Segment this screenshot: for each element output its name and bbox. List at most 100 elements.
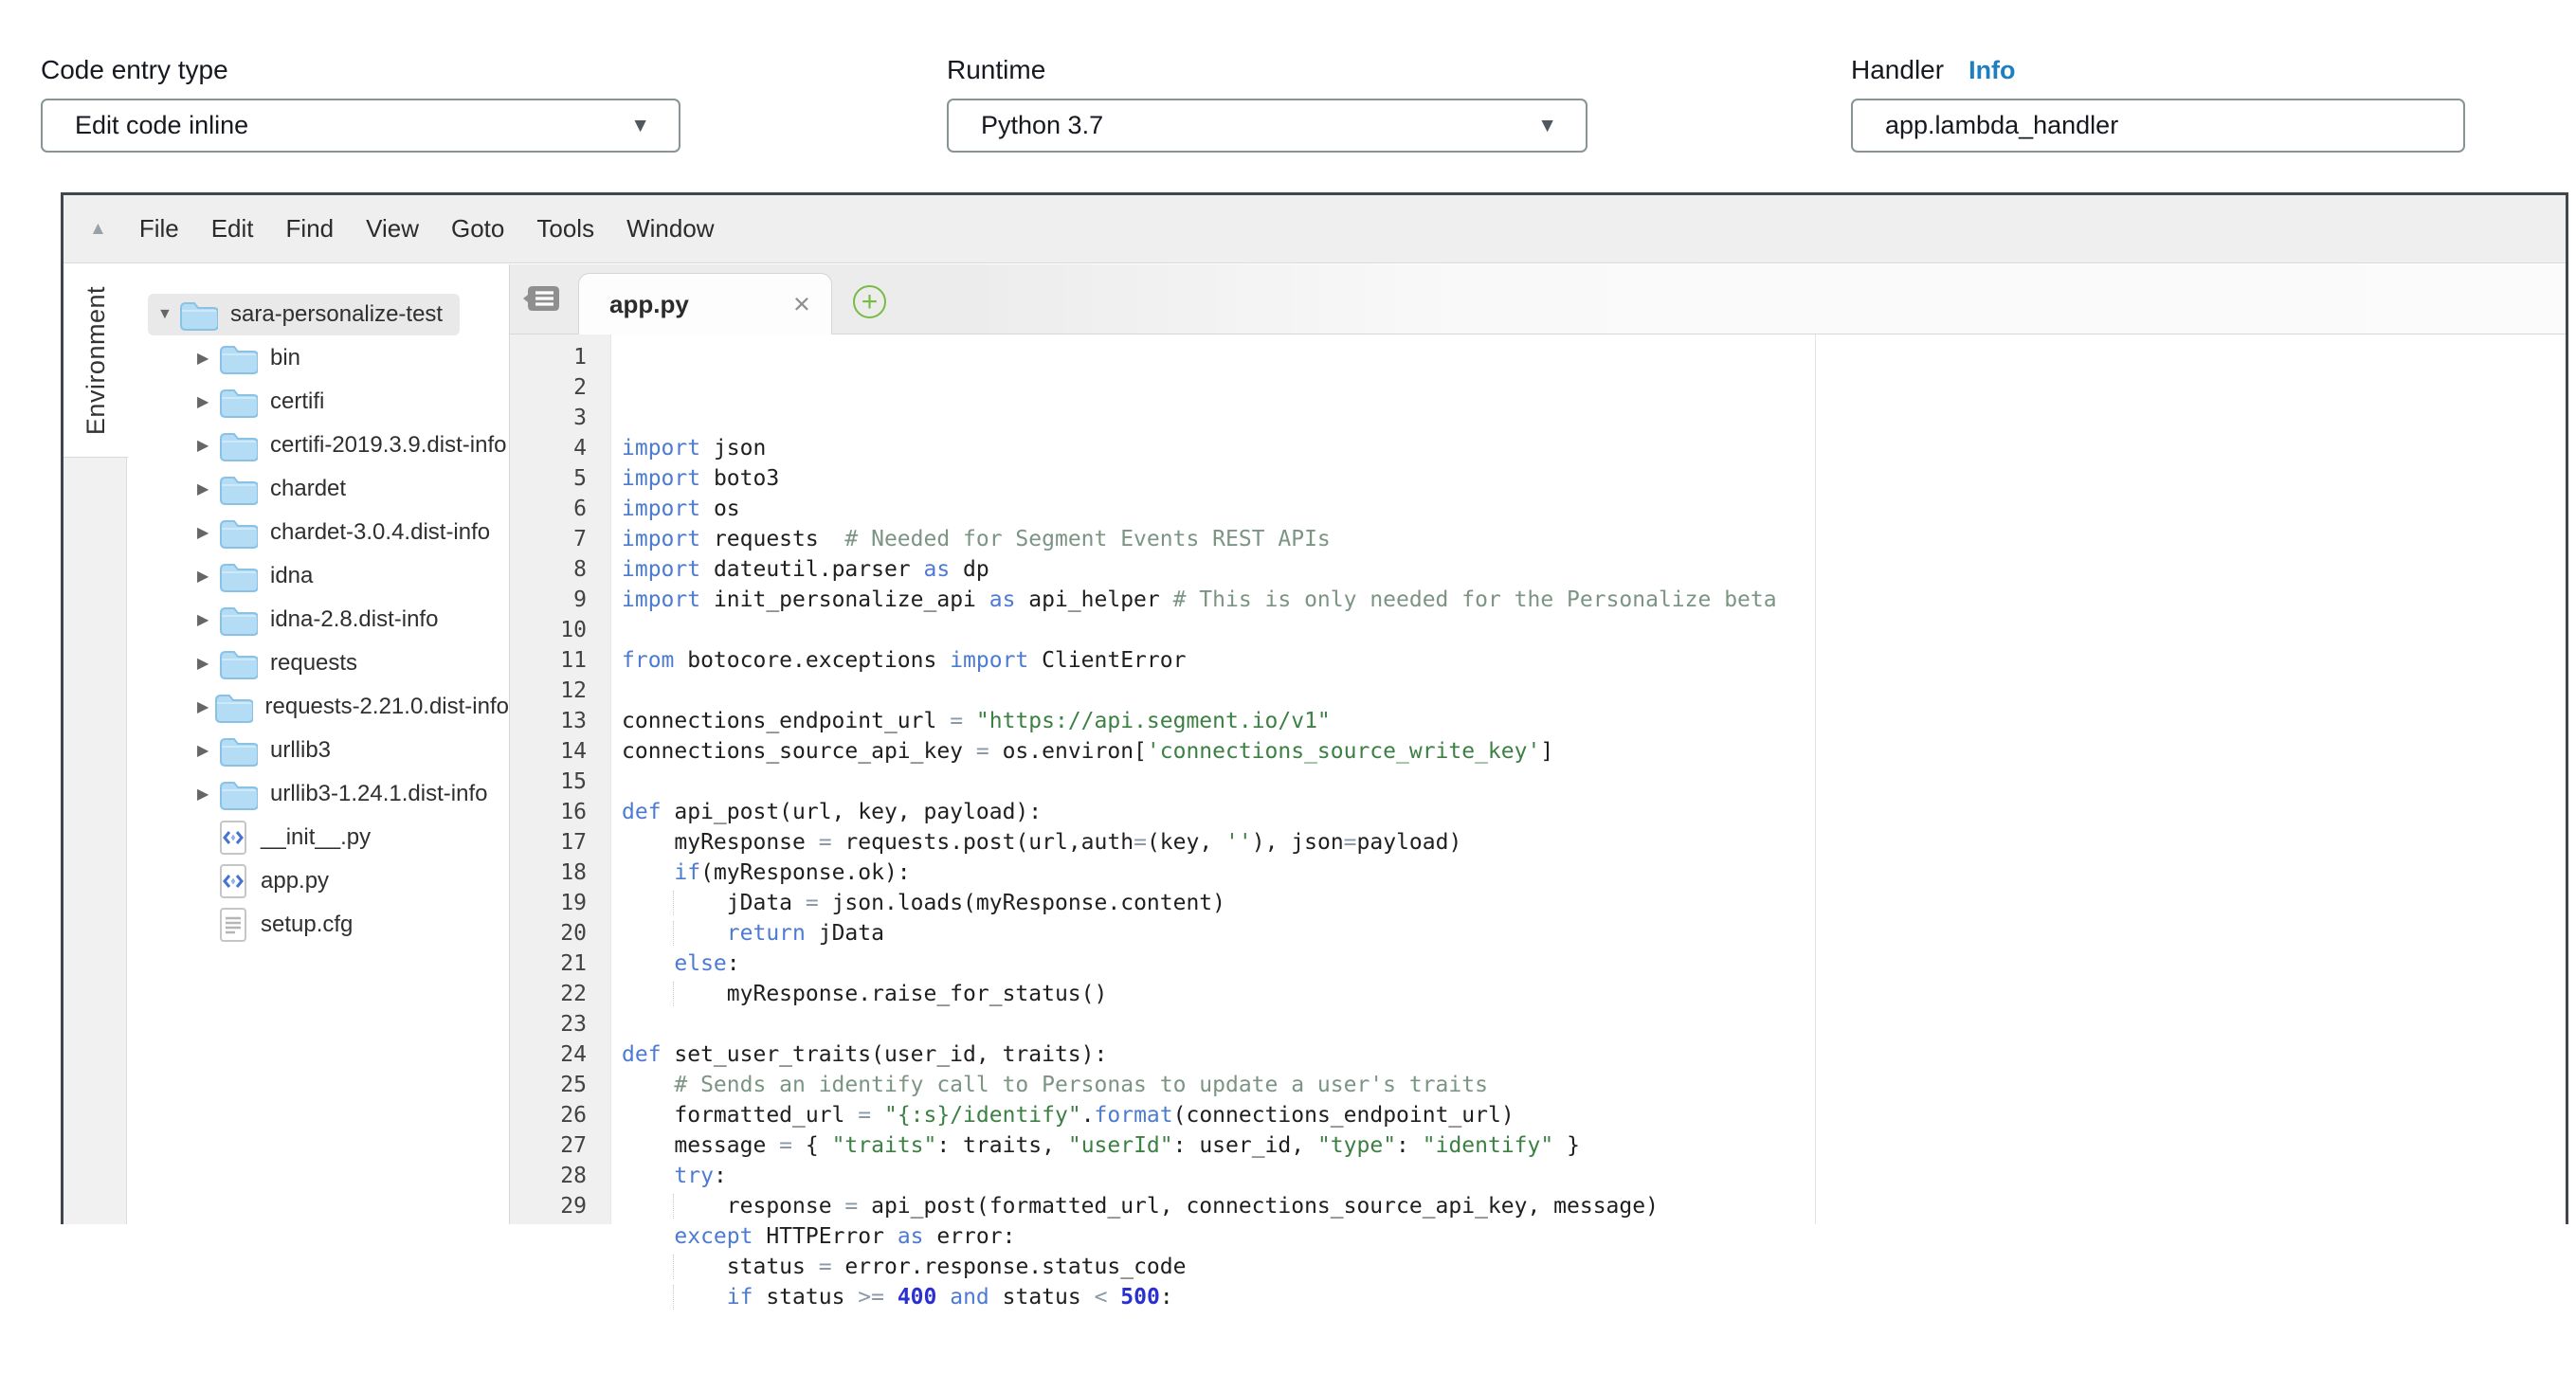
python-file-icon	[218, 819, 248, 857]
tree-item-label: idna-2.8.dist-info	[270, 606, 438, 633]
code-line: import init_personalize_api as api_helpe…	[622, 585, 2566, 615]
line-number: 18	[510, 858, 587, 888]
tree-item--init-py[interactable]: __init__.py	[127, 816, 509, 859]
tree-item-label: certifi-2019.3.9.dist-info	[270, 432, 506, 459]
folder-icon	[218, 429, 258, 461]
code-line: except HTTPError as error:	[622, 1221, 2566, 1252]
code-line: message = { "traits": traits, "userId": …	[622, 1130, 2566, 1161]
tree-item-bin[interactable]: ▶ bin	[127, 336, 509, 380]
code-line: def set_user_traits(user_id, traits):	[622, 1039, 2566, 1070]
menu-window[interactable]: Window	[626, 214, 714, 244]
line-number: 28	[510, 1161, 587, 1191]
code-editor: 1234567891011121314151617181920212223242…	[510, 334, 2566, 1224]
tree-item-certifi[interactable]: ▶certifi	[127, 380, 509, 424]
tree-item-label: bin	[270, 345, 300, 371]
tree-item-requests-2-21-0-dist-info[interactable]: ▶ requests-2.21.0.dist-info	[127, 685, 509, 729]
line-number: 14	[510, 736, 587, 767]
tree-item-idna-2-8-dist-info[interactable]: ▶ idna-2.8.dist-info	[127, 598, 509, 641]
chevron-collapsed-icon[interactable]: ▶	[197, 523, 218, 542]
code-line: response = api_post(formatted_url, conne…	[622, 1191, 2566, 1221]
page: { "header": { "code_entry": { "label": "…	[0, 0, 2576, 1224]
tree-item-label: requests	[270, 650, 357, 677]
code-line: import dateutil.parser as dp	[622, 554, 2566, 585]
chevron-collapsed-icon[interactable]: ▶	[197, 436, 218, 455]
runtime-value: Python 3.7	[981, 111, 1103, 140]
tab-list-icon[interactable]	[521, 281, 561, 322]
chevron-expanded-icon[interactable]: ▼	[157, 306, 178, 323]
menu-file[interactable]: File	[139, 214, 179, 244]
line-number: 7	[510, 524, 587, 554]
tab-app-py[interactable]: app.py ×	[578, 273, 832, 334]
config-file-icon	[218, 906, 248, 944]
sidebar-tab-environment[interactable]: Environment	[63, 264, 128, 458]
handler-info-link[interactable]: Info	[1968, 56, 2015, 84]
tree-item-sara-personalize-test[interactable]: ▼ sara-personalize-test	[127, 293, 509, 336]
line-number: 3	[510, 403, 587, 433]
chevron-collapsed-icon[interactable]: ▶	[197, 349, 218, 368]
code-line: import json	[622, 433, 2566, 463]
folder-icon	[218, 473, 258, 505]
code-entry-type-select[interactable]: Edit code inline ▼	[41, 99, 680, 153]
line-number: 29	[510, 1191, 587, 1221]
line-number: 24	[510, 1039, 587, 1070]
menu-tools[interactable]: Tools	[536, 214, 594, 244]
folder-icon	[218, 604, 258, 636]
code-line	[622, 615, 2566, 645]
tree-item-label: requests-2.21.0.dist-info	[265, 694, 509, 720]
code-entry-type-value: Edit code inline	[75, 111, 248, 140]
tree-item-chardet[interactable]: ▶chardet	[127, 467, 509, 511]
code-line: return jData	[622, 918, 2566, 948]
code-line: if status >= 400 and status < 500:	[622, 1282, 2566, 1312]
line-number-gutter: 1234567891011121314151617181920212223242…	[510, 334, 611, 1224]
tree-item-chardet-3-0-4-dist-info[interactable]: ▶ chardet-3.0.4.dist-info	[127, 511, 509, 554]
tree-item-label: __init__.py	[261, 824, 371, 851]
plus-icon: +	[862, 288, 879, 316]
menu-find[interactable]: Find	[286, 214, 335, 244]
tree-item-certifi-2019-3-9-dist-info[interactable]: ▶ certifi-2019.3.9.dist-info	[127, 424, 509, 467]
line-number: 1	[510, 342, 587, 372]
code-line: connections_source_api_key = os.environ[…	[622, 736, 2566, 767]
tree-item-setup-cfg[interactable]: setup.cfg	[127, 903, 509, 947]
tree-item-urllib3-1-24-1-dist-info[interactable]: ▶urllib3-1.24.1.dist-info	[127, 772, 509, 816]
handler-input[interactable]	[1851, 99, 2465, 153]
line-number: 20	[510, 918, 587, 948]
chevron-collapsed-icon[interactable]: ▶	[197, 654, 218, 673]
collapse-panel-icon[interactable]: ▲	[89, 219, 107, 240]
code-area[interactable]: import jsonimport boto3import osimport r…	[612, 334, 2566, 1224]
menu-edit[interactable]: Edit	[211, 214, 254, 244]
tree-item-label: chardet-3.0.4.dist-info	[270, 519, 490, 546]
folder-icon	[218, 778, 258, 810]
new-tab-button[interactable]: +	[853, 285, 886, 318]
line-number: 6	[510, 494, 587, 524]
tab-bar: app.py × +	[510, 264, 2566, 334]
line-number: 12	[510, 676, 587, 706]
line-number: 15	[510, 767, 587, 797]
line-number: 13	[510, 706, 587, 736]
line-number: 27	[510, 1130, 587, 1161]
chevron-down-icon: ▼	[1537, 115, 1557, 137]
tree-item-label: idna	[270, 563, 313, 589]
tree-item-idna[interactable]: ▶ idna	[127, 554, 509, 598]
menu-view[interactable]: View	[366, 214, 419, 244]
code-line: import os	[622, 494, 2566, 524]
tree-item-app-py[interactable]: app.py	[127, 859, 509, 903]
folder-icon	[213, 691, 253, 723]
chevron-collapsed-icon[interactable]: ▶	[197, 567, 218, 586]
close-icon[interactable]: ×	[793, 287, 810, 321]
chevron-collapsed-icon[interactable]: ▶	[197, 392, 218, 411]
chevron-collapsed-icon[interactable]: ▶	[197, 479, 218, 498]
line-number: 17	[510, 827, 587, 858]
chevron-collapsed-icon[interactable]: ▶	[197, 741, 218, 760]
python-file-icon	[218, 862, 248, 900]
menu-goto[interactable]: Goto	[451, 214, 504, 244]
runtime-select[interactable]: Python 3.7 ▼	[947, 99, 1587, 153]
chevron-collapsed-icon[interactable]: ▶	[197, 697, 213, 716]
chevron-collapsed-icon[interactable]: ▶	[197, 785, 218, 804]
tree-item-urllib3[interactable]: ▶urllib3	[127, 729, 509, 772]
tree-children: ▶bin▶certifi▶certifi-2019.3.9.dist-info▶…	[127, 336, 509, 947]
runtime-label: Runtime	[947, 55, 1045, 85]
chevron-collapsed-icon[interactable]: ▶	[197, 610, 218, 629]
folder-icon	[218, 342, 258, 374]
line-number: 5	[510, 463, 587, 494]
tree-item-requests[interactable]: ▶ requests	[127, 641, 509, 685]
